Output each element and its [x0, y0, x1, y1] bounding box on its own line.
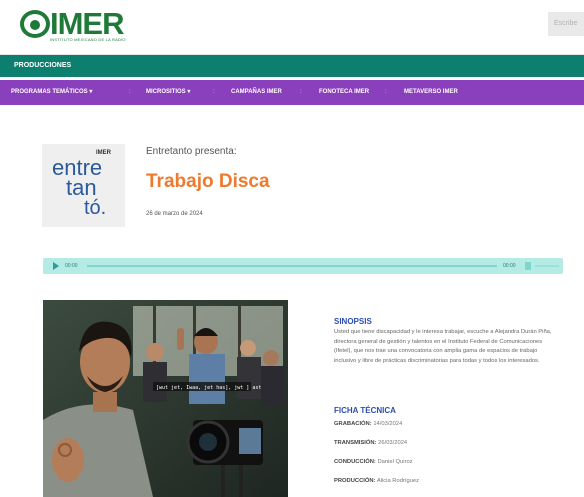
nav-item-campanas-imer[interactable]: CAMPAÑAS IMER [231, 80, 282, 105]
productions-bar: PRODUCCIONES [0, 55, 584, 77]
nav-separator: : [385, 89, 387, 95]
ficha-label: GRABACIÓN: [334, 421, 372, 427]
nav-separator: : [213, 89, 215, 95]
ficha-value: 14/03/2024 [373, 421, 403, 427]
ficha-value: Alicia Rodríguez [376, 478, 420, 484]
chevron-down-icon: ▾ [89, 89, 93, 95]
program-thumbnail: IMER entre tan tó. [42, 144, 125, 227]
ficha-row-produccion: PRODUCCIÓN: Alicia Rodríguez [334, 478, 419, 484]
ficha-label: CONDUCCIÓN: [334, 459, 376, 465]
nav-item-fonoteca-imer[interactable]: FONOTECA IMER [319, 80, 369, 105]
episode-title: Trabajo Disca [146, 171, 270, 192]
sinopsis-text: Usted que tiene discapacidad y le intere… [334, 329, 552, 364]
logo-subtitle: INSTITUTO MEXICANO DE LA RADIO [50, 37, 126, 42]
chevron-down-icon: ▾ [187, 89, 191, 95]
progress-track[interactable] [87, 265, 497, 267]
ficha-row-conduccion: CONDUCCIÓN: Daniel Quiroz [334, 459, 413, 465]
ficha-value: 26/03/2024 [378, 440, 408, 446]
ficha-row-grabacion: GRABACIÓN: 14/03/2024 [334, 421, 402, 427]
ficha-row-transmision: TRANSMISIÓN: 26/03/2024 [334, 440, 407, 446]
thumbnail-word: tó. [84, 197, 107, 219]
nav-item-micrositios[interactable]: MICROSITIOS ▾ [146, 80, 190, 105]
imer-logo-icon [20, 10, 50, 38]
duration: 00:00 [503, 263, 516, 269]
main-nav: PROGRAMAS TEMÁTICOS ▾ : MICROSITIOS ▾ : … [0, 80, 584, 105]
imer-logo[interactable]: IMER INSTITUTO MEXICANO DE LA RADIO [20, 6, 130, 46]
nav-item-metaverso-imer[interactable]: METAVERSO IMER [404, 80, 458, 105]
ficha-label: TRANSMISIÓN: [334, 440, 377, 446]
nav-separator: : [300, 89, 302, 95]
nav-label: MICROSITIOS [146, 89, 186, 95]
nav-separator: : [129, 89, 131, 95]
volume-slider[interactable] [535, 265, 559, 267]
ficha-label: PRODUCCIÓN: [334, 478, 376, 484]
play-icon[interactable] [53, 262, 59, 270]
ficha-value: Daniel Quiroz [377, 459, 413, 465]
current-time: 00:00 [65, 263, 78, 269]
audio-player: 00:00 00:00 [43, 258, 563, 274]
episode-image: [wut jet, Iwaa, jet has], jwt ] ast [43, 300, 288, 497]
volume-icon[interactable] [525, 262, 531, 270]
nav-item-programas-tematicos[interactable]: PROGRAMAS TEMÁTICOS ▾ [11, 80, 92, 105]
sinopsis-heading: SINOPSIS [334, 317, 372, 326]
productions-link[interactable]: PRODUCCIONES [14, 55, 71, 77]
write-search-input[interactable]: Escribe [548, 12, 584, 36]
thumbnail-word: tan [66, 175, 97, 200]
ficha-tecnica-heading: FICHA TÉCNICA [334, 406, 396, 415]
episode-date: 26 de marzo de 2024 [146, 211, 203, 217]
program-presents: Entretanto presenta: [146, 146, 237, 157]
nav-label: PROGRAMAS TEMÁTICOS [11, 89, 88, 95]
caption-overlay: [wut jet, Iwaa, jet has], jwt ] ast [156, 385, 261, 391]
episode-illustration: [wut jet, Iwaa, jet has], jwt ] ast [43, 300, 288, 497]
